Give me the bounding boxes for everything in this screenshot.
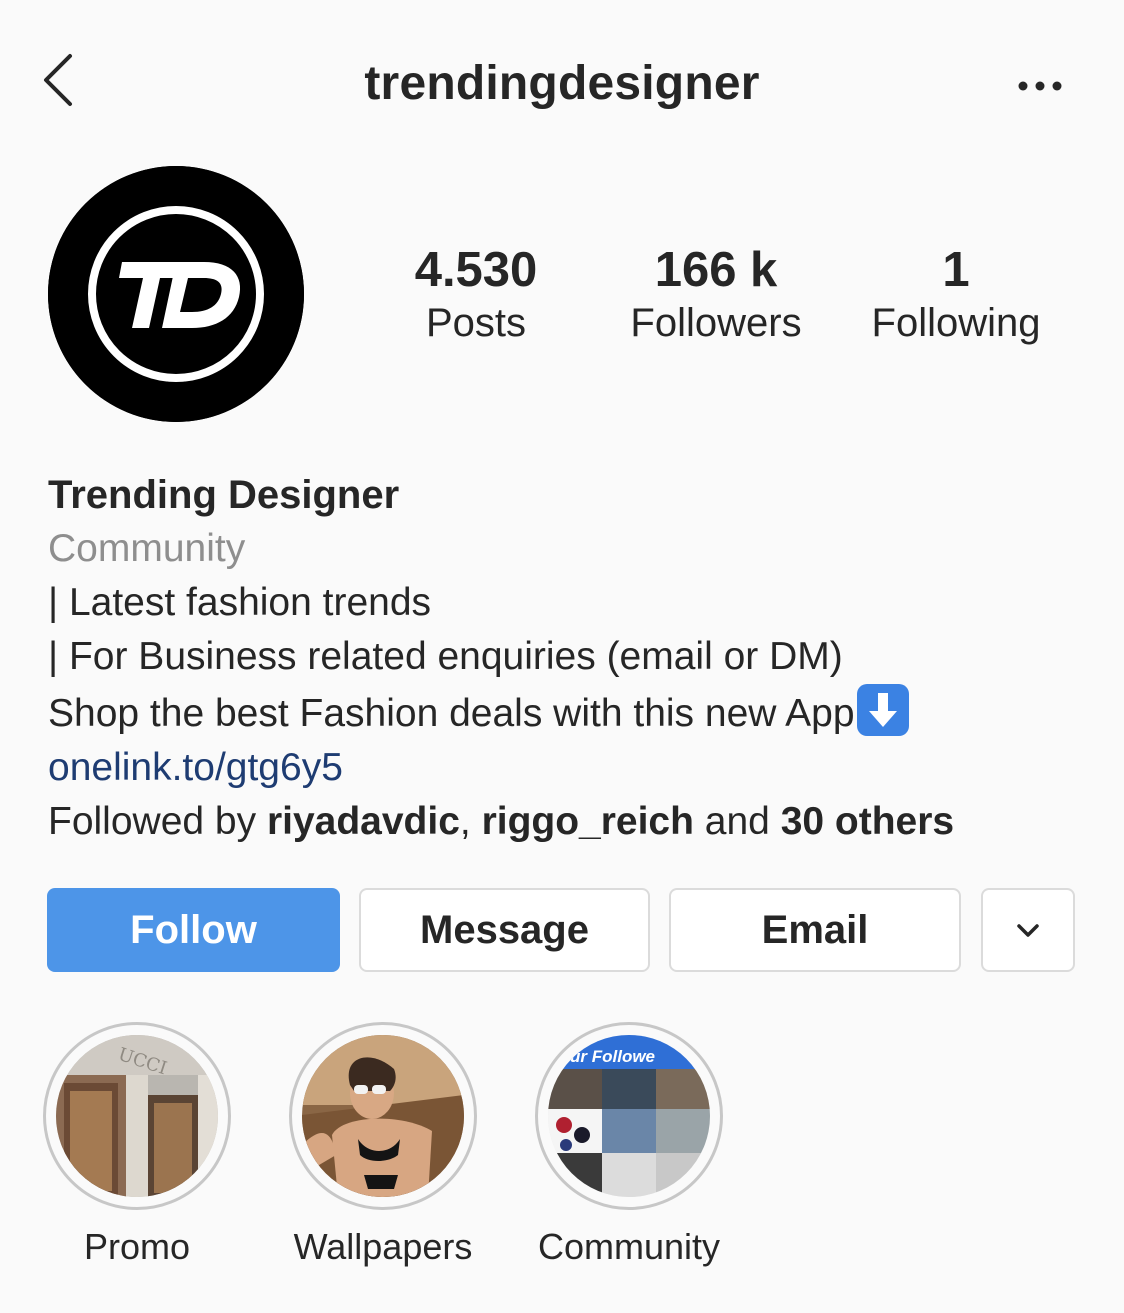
suggested-accounts-button[interactable] <box>981 888 1075 972</box>
followed-by-separator: , <box>459 800 482 843</box>
profile-avatar[interactable] <box>48 166 304 422</box>
chevron-down-icon <box>1017 924 1039 937</box>
followed-by-others[interactable]: 30 others <box>781 800 954 843</box>
posts-stat[interactable]: 4.530 Posts <box>396 242 556 348</box>
highlight-wallpapers[interactable]: Wallpapers <box>287 1022 479 1268</box>
follow-button[interactable]: Follow <box>47 888 340 972</box>
bio-line-2: | For Business related enquiries (email … <box>48 635 843 678</box>
following-stat[interactable]: 1 Following <box>856 242 1056 348</box>
followed-by-and: and <box>693 800 781 843</box>
followed-by-user-2[interactable]: riggo_reich <box>482 800 694 843</box>
td-logo <box>48 166 304 422</box>
highlight-label: Promo <box>83 1226 191 1267</box>
highlight-ring <box>289 1022 477 1210</box>
highlight-ring: ur Followe <box>535 1022 723 1210</box>
posts-count: 4.530 <box>414 243 538 297</box>
followers-count: 166 k <box>654 243 778 297</box>
profile-username-title: trendingdesigner <box>364 57 760 110</box>
community-overlay-text: ur Followe <box>570 1047 655 1066</box>
highlight-community-image: ur Followe <box>548 1035 710 1197</box>
highlight-label: Wallpapers <box>293 1226 473 1267</box>
email-button[interactable]: Email <box>669 888 961 972</box>
more-options-button[interactable] <box>1010 66 1070 106</box>
highlight-label: Community <box>537 1226 721 1267</box>
message-button[interactable]: Message <box>359 888 650 972</box>
bio-line-3-text: Shop the best Fashion deals with this ne… <box>48 692 855 735</box>
followers-label: Followers <box>630 301 802 345</box>
highlight-promo[interactable]: UCCI Promo <box>41 1022 233 1268</box>
profile-display-name: Trending Designer <box>48 473 400 517</box>
profile-bio: Trending Designer Community | Latest fas… <box>48 468 1088 849</box>
following-count: 1 <box>942 243 970 297</box>
highlight-wallpapers-image <box>302 1035 464 1197</box>
highlight-promo-image: UCCI <box>56 1035 218 1197</box>
highlight-community[interactable]: ur Followe Community <box>533 1022 725 1268</box>
down-arrow-emoji-icon <box>856 684 909 736</box>
followed-by-prefix: Followed by <box>48 800 267 843</box>
followed-by-user-1[interactable]: riyadavdic <box>267 800 460 843</box>
followed-by-line[interactable]: Followed by riyadavdic, riggo_reich and … <box>48 795 1088 849</box>
following-label: Following <box>871 301 1041 345</box>
highlight-ring: UCCI <box>43 1022 231 1210</box>
ellipsis-icon <box>1018 81 1062 91</box>
bio-line-1: | Latest fashion trends <box>48 581 432 624</box>
bio-website-link[interactable]: onelink.to/gtg6y5 <box>48 741 1088 795</box>
bio-line-3: Shop the best Fashion deals with this ne… <box>48 684 1088 741</box>
posts-label: Posts <box>425 301 527 345</box>
profile-category: Community <box>48 527 246 570</box>
followers-stat[interactable]: 166 k Followers <box>616 242 816 348</box>
